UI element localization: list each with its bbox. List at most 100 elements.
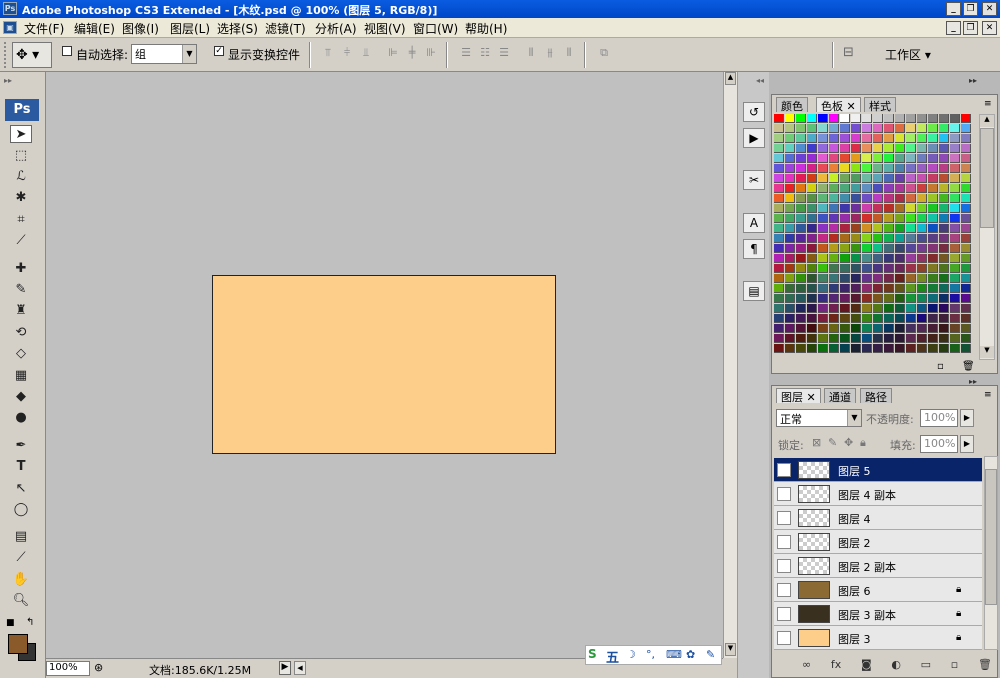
- layer-row[interactable]: 图层 2 副本: [774, 554, 982, 578]
- color-swatch[interactable]: [917, 214, 927, 223]
- magic-wand-tool-icon[interactable]: ✱: [10, 189, 32, 207]
- delete-layer-icon[interactable]: 🗑︎: [978, 658, 992, 674]
- color-swatch[interactable]: [917, 204, 927, 213]
- color-swatch[interactable]: [862, 174, 872, 183]
- color-swatch[interactable]: [796, 144, 806, 153]
- color-swatch[interactable]: [818, 294, 828, 303]
- color-swatch[interactable]: [928, 174, 938, 183]
- visibility-toggle[interactable]: [777, 607, 791, 621]
- align-top-icon[interactable]: ⫪: [320, 46, 336, 60]
- color-swatch[interactable]: [774, 324, 784, 333]
- color-swatch[interactable]: [928, 224, 938, 233]
- color-swatch[interactable]: [807, 184, 817, 193]
- color-swatch[interactable]: [961, 234, 971, 243]
- color-swatch[interactable]: [862, 344, 872, 353]
- color-swatch[interactable]: [796, 284, 806, 293]
- color-swatch[interactable]: [906, 334, 916, 343]
- color-swatch[interactable]: [873, 174, 883, 183]
- color-swatch[interactable]: [807, 344, 817, 353]
- color-swatch[interactable]: [818, 304, 828, 313]
- color-swatch[interactable]: [785, 164, 795, 173]
- color-swatch[interactable]: [862, 314, 872, 323]
- color-swatch[interactable]: [840, 124, 850, 133]
- color-swatch[interactable]: [829, 144, 839, 153]
- menu-analysis[interactable]: 分析(A): [315, 20, 357, 37]
- color-swatch[interactable]: [939, 184, 949, 193]
- color-swatch[interactable]: [917, 174, 927, 183]
- color-swatch[interactable]: [928, 304, 938, 313]
- color-swatch[interactable]: [840, 304, 850, 313]
- color-swatch[interactable]: [785, 114, 795, 123]
- color-swatch[interactable]: [840, 144, 850, 153]
- color-swatch[interactable]: [785, 204, 795, 213]
- color-swatch[interactable]: [939, 294, 949, 303]
- color-swatch[interactable]: [818, 144, 828, 153]
- ime-punctuation-icon[interactable]: °,: [646, 648, 655, 661]
- color-swatch[interactable]: [851, 244, 861, 253]
- color-swatch[interactable]: [785, 284, 795, 293]
- color-swatch[interactable]: [884, 144, 894, 153]
- color-swatch[interactable]: [895, 314, 905, 323]
- color-swatch[interactable]: [895, 334, 905, 343]
- visibility-toggle[interactable]: [777, 535, 791, 549]
- color-swatch[interactable]: [851, 164, 861, 173]
- doc-close-button[interactable]: ✕: [982, 21, 997, 35]
- healing-brush-tool-icon[interactable]: ✚: [10, 260, 32, 278]
- color-swatch[interactable]: [873, 154, 883, 163]
- color-swatch[interactable]: [774, 184, 784, 193]
- color-swatch[interactable]: [950, 284, 960, 293]
- color-swatch[interactable]: [884, 284, 894, 293]
- color-swatch[interactable]: [884, 244, 894, 253]
- color-swatch[interactable]: [950, 124, 960, 133]
- color-swatch[interactable]: [829, 204, 839, 213]
- foreground-color-swatch[interactable]: [8, 634, 28, 654]
- color-swatch[interactable]: [785, 264, 795, 273]
- color-swatch[interactable]: [873, 194, 883, 203]
- color-swatch[interactable]: [818, 114, 828, 123]
- color-swatch[interactable]: [917, 264, 927, 273]
- layer-comps-panel-icon[interactable]: ▤: [743, 281, 765, 301]
- marquee-tool-icon[interactable]: ⬚: [10, 147, 32, 165]
- color-swatch[interactable]: [884, 194, 894, 203]
- color-swatch[interactable]: [796, 184, 806, 193]
- color-swatch[interactable]: [785, 304, 795, 313]
- hand-tool-icon[interactable]: ✋: [10, 571, 32, 589]
- color-swatch[interactable]: [950, 214, 960, 223]
- color-swatch[interactable]: [917, 234, 927, 243]
- color-swatch[interactable]: [862, 324, 872, 333]
- distribute-top-icon[interactable]: ☰: [458, 46, 474, 60]
- layer-row[interactable]: 图层 4: [774, 506, 982, 530]
- blur-tool-icon[interactable]: ◆: [10, 388, 32, 406]
- layers-scrollbar[interactable]: [984, 456, 998, 650]
- color-swatch[interactable]: [807, 114, 817, 123]
- doc-restore-button[interactable]: ❐: [963, 21, 978, 35]
- color-swatch[interactable]: [939, 344, 949, 353]
- color-swatch[interactable]: [950, 154, 960, 163]
- color-swatch[interactable]: [895, 234, 905, 243]
- color-swatch[interactable]: [917, 344, 927, 353]
- color-swatch[interactable]: [840, 244, 850, 253]
- color-swatch[interactable]: [950, 314, 960, 323]
- color-swatch[interactable]: [785, 324, 795, 333]
- color-swatch[interactable]: [818, 344, 828, 353]
- color-swatch[interactable]: [785, 314, 795, 323]
- color-swatch[interactable]: [917, 134, 927, 143]
- color-swatch[interactable]: [774, 264, 784, 273]
- panel-menu-icon[interactable]: ≡: [984, 390, 992, 400]
- color-swatch[interactable]: [785, 254, 795, 263]
- color-swatch[interactable]: [840, 344, 850, 353]
- clone-stamp-tool-icon[interactable]: ♜: [10, 302, 32, 320]
- color-swatch[interactable]: [884, 234, 894, 243]
- color-swatch[interactable]: [774, 284, 784, 293]
- new-layer-icon[interactable]: ▫: [951, 658, 958, 674]
- show-transform-checkbox[interactable]: ✓: [214, 46, 224, 56]
- scroll-up-icon[interactable]: ▲: [980, 115, 994, 127]
- color-swatch[interactable]: [851, 264, 861, 273]
- color-swatch[interactable]: [807, 134, 817, 143]
- color-swatch[interactable]: [884, 114, 894, 123]
- new-group-icon[interactable]: ▭: [921, 658, 931, 674]
- color-swatch[interactable]: [906, 184, 916, 193]
- color-swatch[interactable]: [862, 134, 872, 143]
- color-swatch[interactable]: [807, 304, 817, 313]
- color-swatch[interactable]: [928, 164, 938, 173]
